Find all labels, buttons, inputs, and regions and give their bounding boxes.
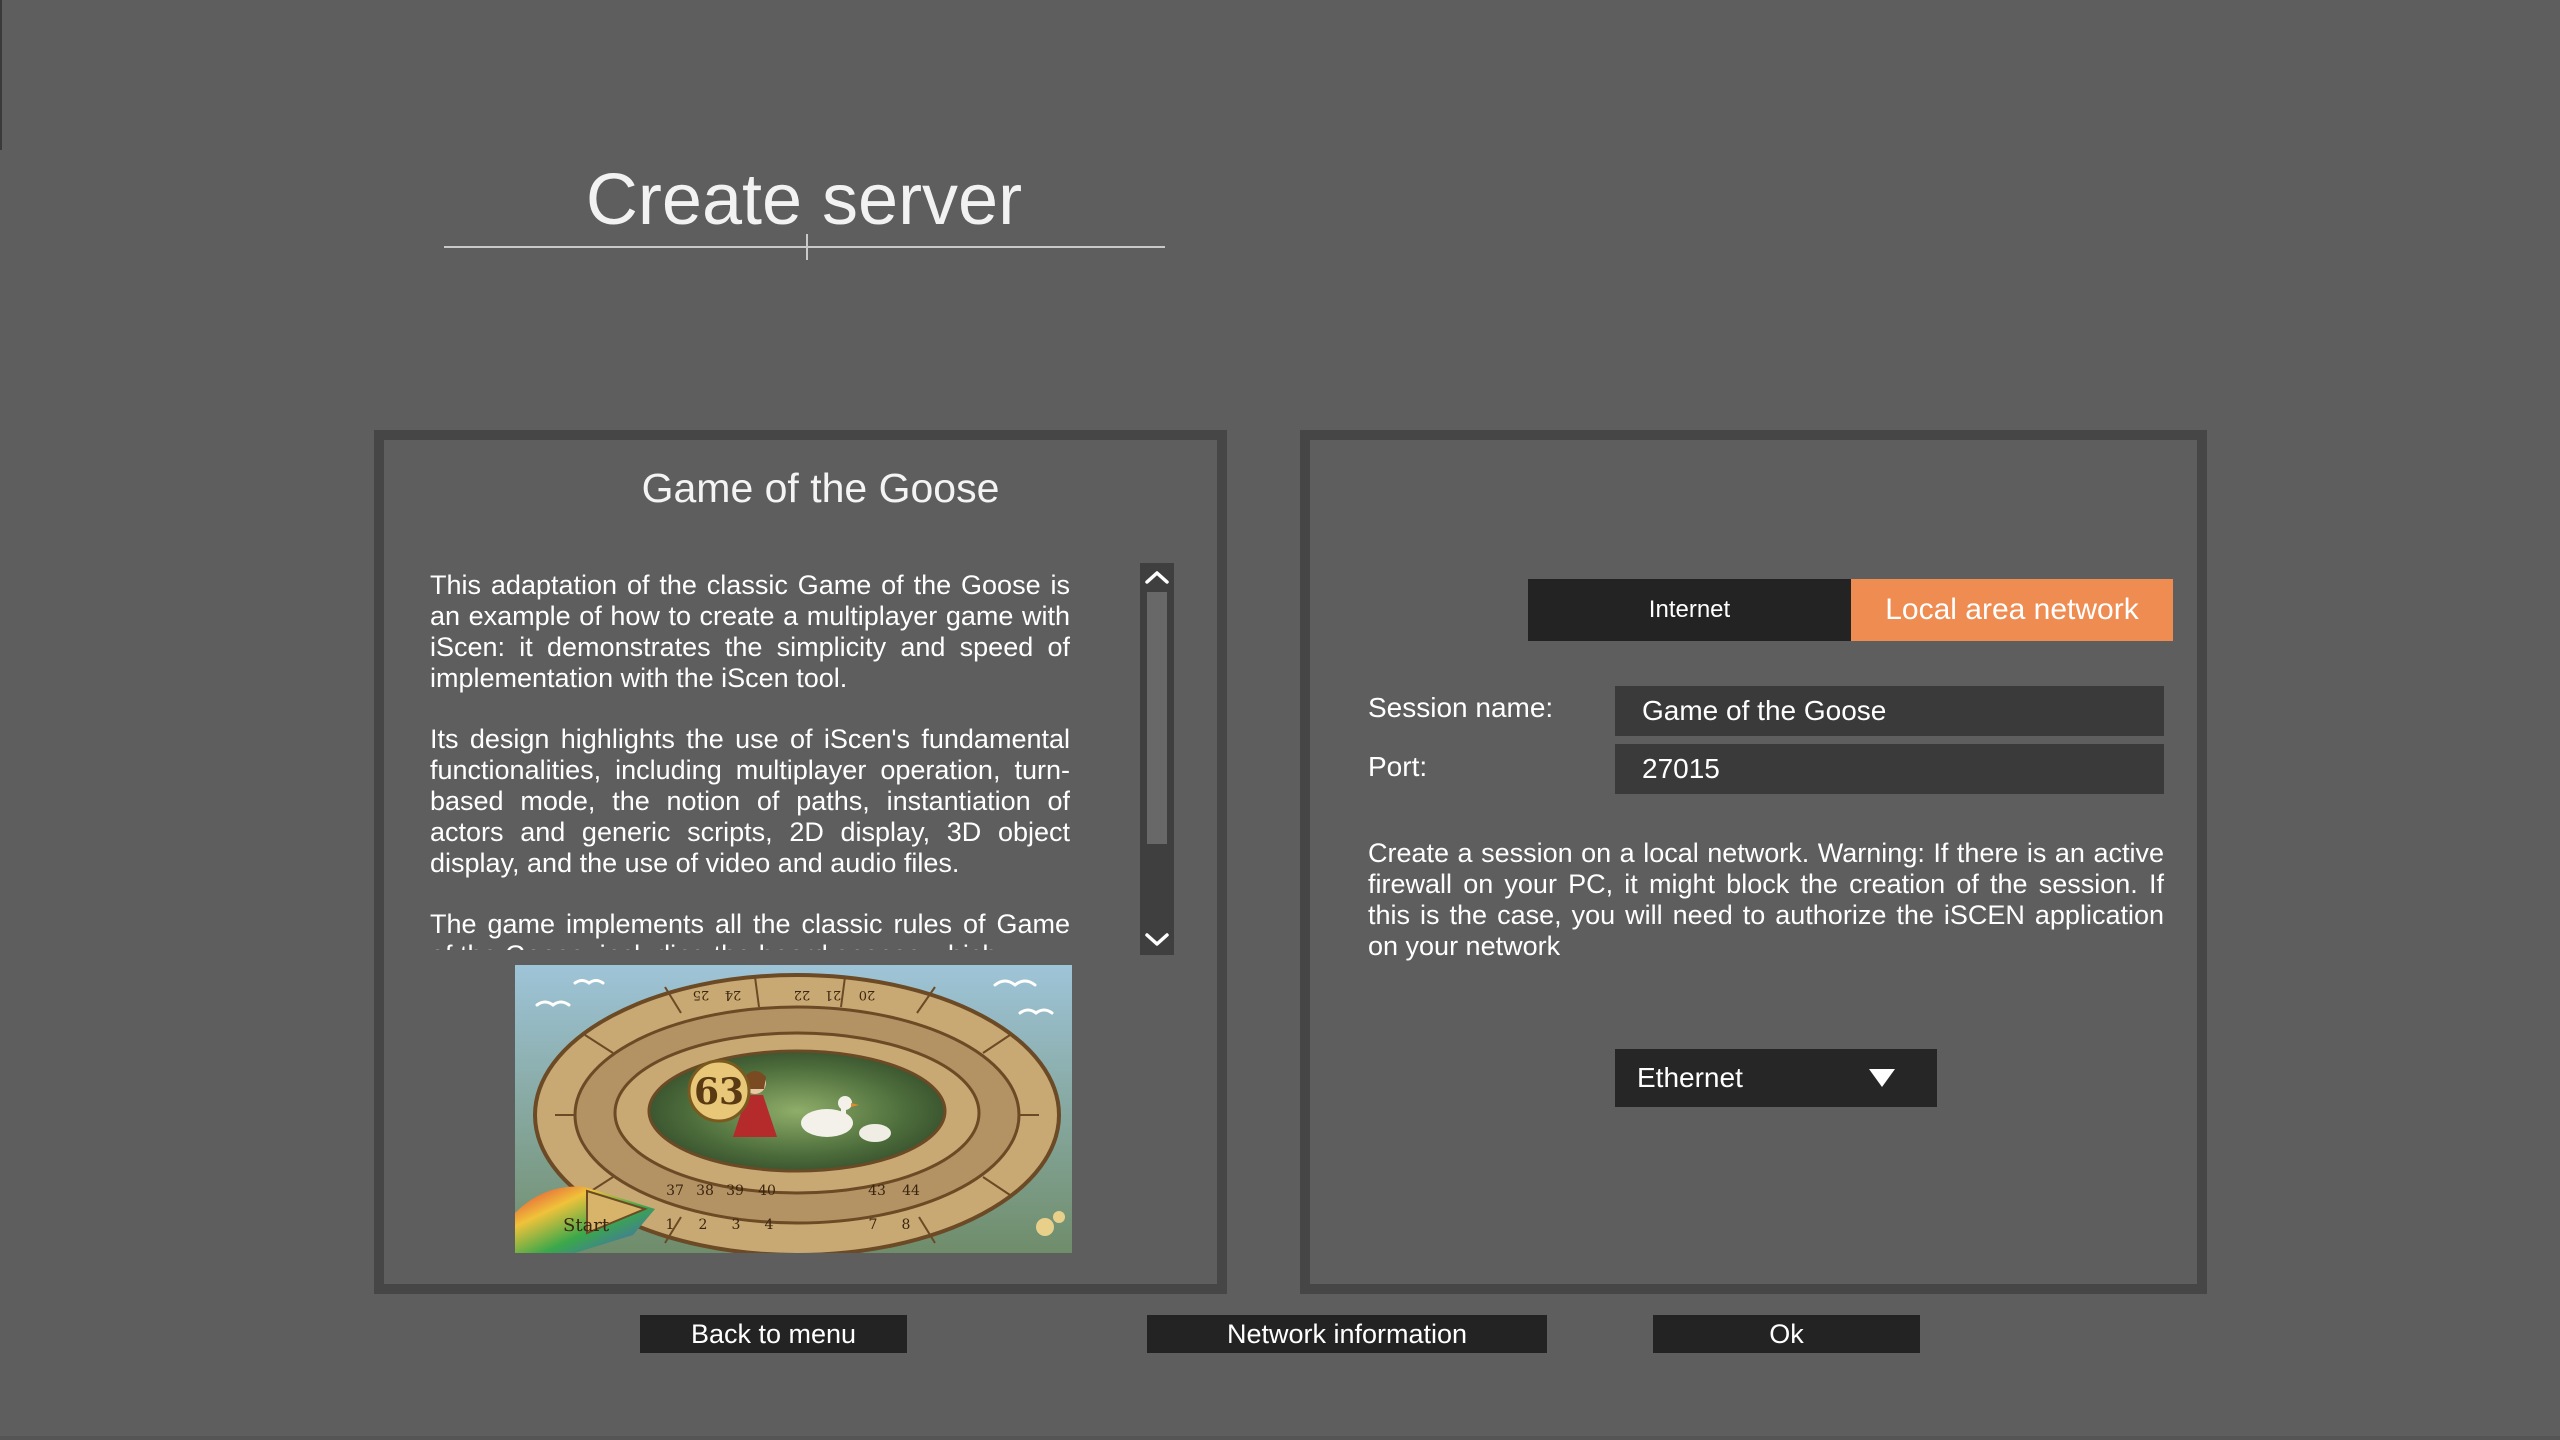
- network-warning-text: Create a session on a local network. War…: [1368, 838, 2164, 961]
- description-paragraph: This adaptation of the classic Game of t…: [430, 570, 1070, 693]
- scroll-down-button[interactable]: [1140, 926, 1174, 954]
- scrollbar-thumb[interactable]: [1147, 592, 1167, 844]
- board-square-number: 2: [699, 1217, 708, 1233]
- board-square-number: 43: [868, 1183, 886, 1199]
- port-input[interactable]: 27015: [1615, 744, 2164, 794]
- game-title: Game of the Goose: [641, 465, 1000, 511]
- board-square-number: 22: [794, 987, 811, 1002]
- session-name-input[interactable]: Game of the Goose: [1615, 686, 2164, 736]
- session-name-label: Session name:: [1368, 692, 1554, 723]
- window-bottom-edge: [0, 1436, 2560, 1440]
- tab-local-area-network[interactable]: Local area network: [1851, 579, 2173, 641]
- title-underline: [444, 246, 1165, 248]
- scroll-up-button[interactable]: [1140, 563, 1174, 591]
- description-paragraph: The game implements all the classic rule…: [430, 909, 1070, 950]
- board-square-number: 25: [693, 987, 710, 1002]
- ok-button[interactable]: Ok: [1653, 1315, 1920, 1353]
- triangle-down-icon: [1869, 1069, 1895, 1087]
- back-to-menu-button[interactable]: Back to menu: [640, 1315, 907, 1353]
- board-square-number: 20: [859, 987, 876, 1002]
- network-adapter-dropdown[interactable]: Ethernet: [1615, 1049, 1937, 1107]
- board-square-number: 44: [902, 1183, 920, 1199]
- game-board-image: 63 1 2 3 4 7 8 37 38 39 40 43 44 20 21 2…: [515, 965, 1072, 1253]
- network-adapter-value: Ethernet: [1637, 1062, 1743, 1093]
- game-description[interactable]: This adaptation of the classic Game of t…: [430, 570, 1070, 950]
- description-paragraph: Its design highlights the use of iScen's…: [430, 724, 1070, 878]
- board-square-number: 4: [765, 1217, 774, 1233]
- board-square-number: 39: [726, 1183, 744, 1199]
- board-square-number: 40: [758, 1183, 776, 1199]
- network-information-button[interactable]: Network information: [1147, 1315, 1547, 1353]
- board-square-number: 1: [666, 1217, 675, 1233]
- tab-internet[interactable]: Internet: [1528, 579, 1851, 641]
- board-square-number: 7: [869, 1217, 878, 1233]
- page-title: Create server: [585, 160, 1023, 240]
- chevron-down-icon: [1145, 933, 1169, 946]
- chevron-up-icon: [1145, 571, 1169, 584]
- window-edge: [0, 0, 2, 150]
- board-square-number: 21: [825, 987, 842, 1002]
- board-square-number: 3: [732, 1217, 741, 1233]
- board-square-number: 8: [902, 1217, 911, 1233]
- port-label: Port:: [1368, 751, 1428, 782]
- board-start-label: Start: [563, 1215, 610, 1236]
- title-underline-tick: [806, 234, 808, 260]
- board-square-number: 24: [725, 987, 742, 1002]
- board-square-number: 38: [696, 1183, 714, 1199]
- board-center-number: 63: [694, 1071, 744, 1113]
- board-square-number: 37: [666, 1183, 684, 1199]
